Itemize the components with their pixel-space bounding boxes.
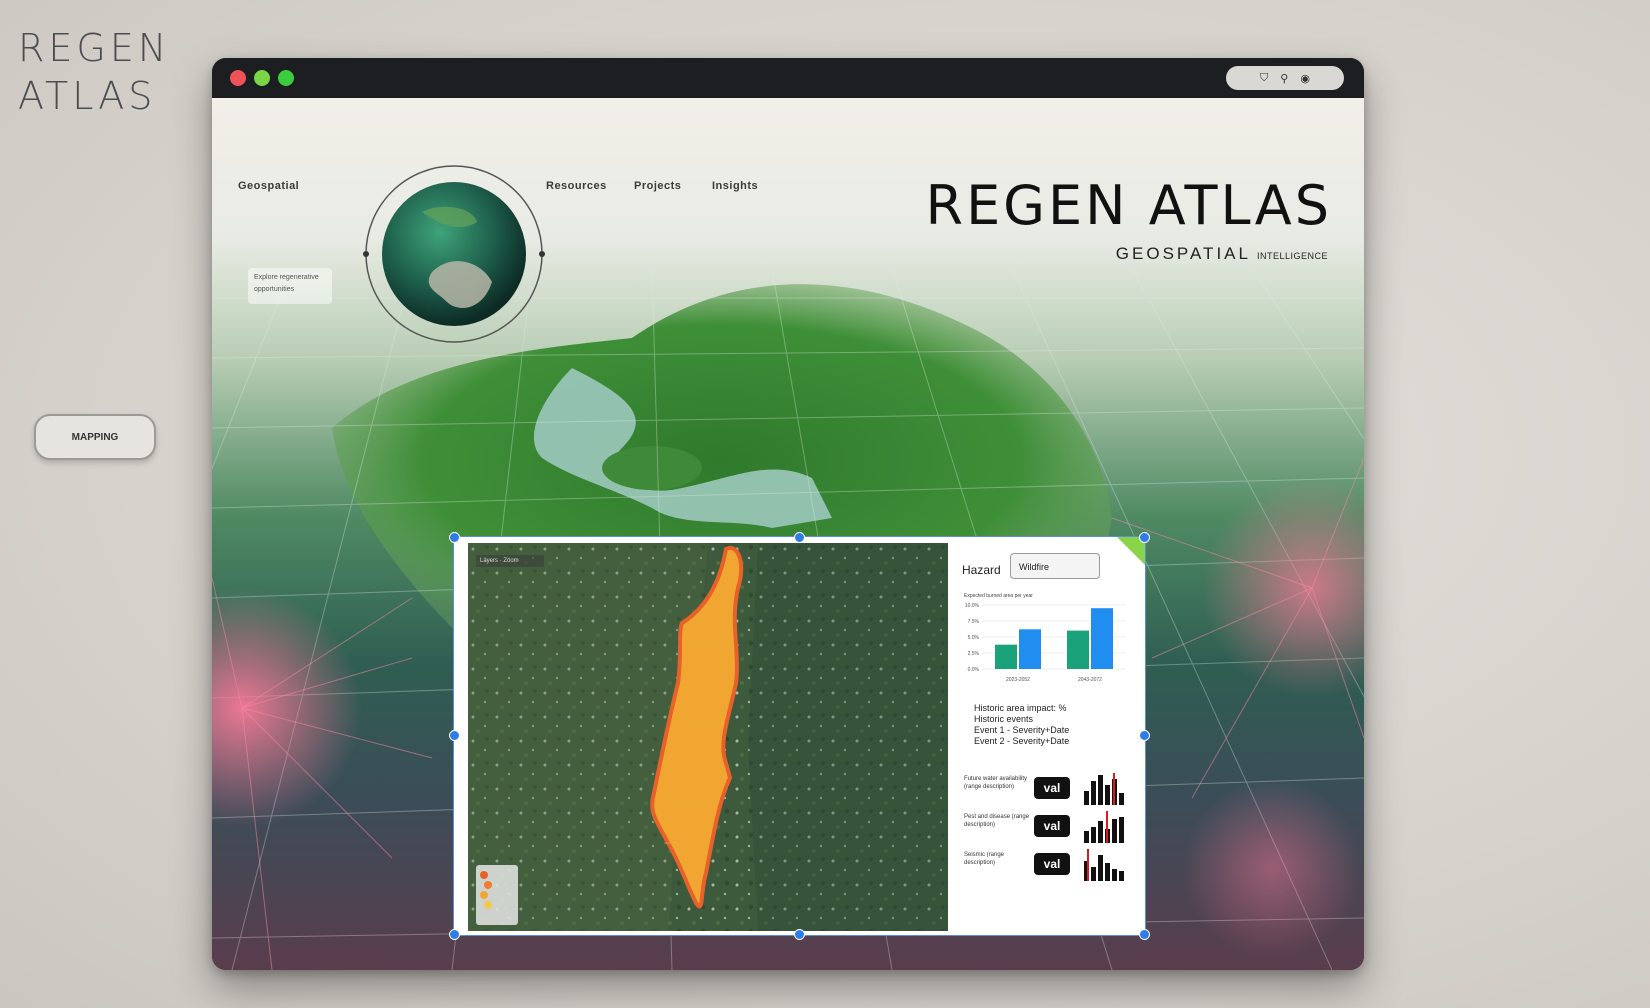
histogram-icon [1084,811,1124,843]
chart-ytick-label: 5.0% [968,635,980,641]
side-note-line2: opportunities [254,286,295,293]
chart-ytick-label: 2.5% [968,651,980,657]
side-note: Explore regenerative opportunities [248,268,332,304]
resize-handle[interactable] [1139,929,1150,940]
nav-item-geospatial[interactable]: Geospatial [238,180,299,192]
historic-info: Historic area impact: % Historic events … [974,703,1069,747]
chart-bar [1091,608,1113,669]
chart-ytick-label: 7.5% [968,619,980,625]
globe-icon [363,165,545,343]
map-legend [476,865,518,925]
metric-value-button[interactable]: val [1034,853,1070,875]
resize-handle[interactable] [794,929,805,940]
side-logo: REGEN ATLAS [18,24,170,120]
minimize-window-button[interactable] [254,70,270,86]
window-titlebar: ⛉ ⚲ ◉ [212,58,1364,98]
window-toolbar-controls[interactable]: ⛉ ⚲ ◉ [1226,66,1344,90]
info-line: Historic area impact: % [974,703,1067,713]
burned-area-chart: 0.0% 2.5% 5.0% 7.5% 10.0% 2023-2052 2043-2072 [965,603,1126,683]
chart-xtick-label: 2043-2072 [1078,677,1102,683]
metric-row-seismic: Seismic (range description) val [964,847,1134,883]
chart-bar [1019,629,1041,669]
map-toolbar[interactable]: Layers · Zoom [476,555,544,567]
pin-icon[interactable]: ⚲ [1280,72,1288,85]
metric-label: Seismic (range description) [964,852,1005,866]
hazard-map[interactable]: Layers · Zoom [468,543,948,931]
resize-handle[interactable] [1139,730,1150,741]
metric-row-pest: Pest and disease (range description) val [964,809,1134,845]
nav-item-resources[interactable]: Resources [546,180,607,192]
hazard-label: Hazard [962,563,1001,577]
app-window: ⛉ ⚲ ◉ Geospatial Resources Projects Insi… [212,58,1364,970]
chart-bar [1067,630,1089,669]
side-note-line1: Explore regenerative [254,274,319,281]
side-logo-line1: REGEN [18,26,171,70]
hazard-select[interactable]: Wildfire [1010,553,1100,579]
close-window-button[interactable] [230,70,246,86]
resize-handle[interactable] [449,929,460,940]
metric-label: Pest and disease (range description) [964,814,1030,828]
side-logo-line2: ATLAS [18,74,157,118]
histogram-icon [1084,773,1124,805]
resize-handle[interactable] [794,532,805,543]
chart-ytick-label: 10.0% [965,603,980,609]
chart-xtick-label: 2023-2052 [1006,677,1030,683]
info-line: Event 2 - Severity+Date [974,736,1070,746]
page-subtitle-small: INTELLIGENCE [1256,251,1328,261]
satellite-map [468,543,948,931]
resize-handle[interactable] [1139,532,1150,543]
metric-value-button[interactable]: val [1034,815,1070,837]
nav-item-insights[interactable]: Insights [712,180,758,192]
page-subtitle-main: GEOSPATIAL [1115,244,1251,263]
shield-icon[interactable]: ⛉ [1260,72,1268,85]
chart-bar [995,644,1017,669]
page-content: Geospatial Resources Projects Insights E… [212,98,1364,970]
resize-handle[interactable] [449,730,460,741]
maximize-window-button[interactable] [278,70,294,86]
histogram-icon [1084,849,1124,881]
hazard-side-panel: Hazard Wildfire Expected burned area per… [948,543,1138,931]
info-line: Historic events [974,714,1034,724]
mapping-button[interactable]: MAPPING [34,414,156,460]
nav-item-projects[interactable]: Projects [634,180,681,192]
metric-label: Future water availability (range descrip… [964,776,1028,790]
page-title: REGEN ATLAS [925,174,1332,237]
metric-value-button[interactable]: val [1034,777,1070,799]
metric-row-water: Future water availability (range descrip… [964,771,1134,807]
settings-icon[interactable]: ◉ [1300,72,1310,85]
page-subtitle: GEOSPATIAL INTELLIGENCE [1116,244,1328,264]
resize-handle[interactable] [449,532,460,543]
info-line: Event 1 - Severity+Date [974,725,1070,735]
hazard-dashboard: Layers · Zoom Hazard Wildfire Expected b… [449,532,1150,940]
chart-ytick-label: 0.0% [968,667,980,673]
